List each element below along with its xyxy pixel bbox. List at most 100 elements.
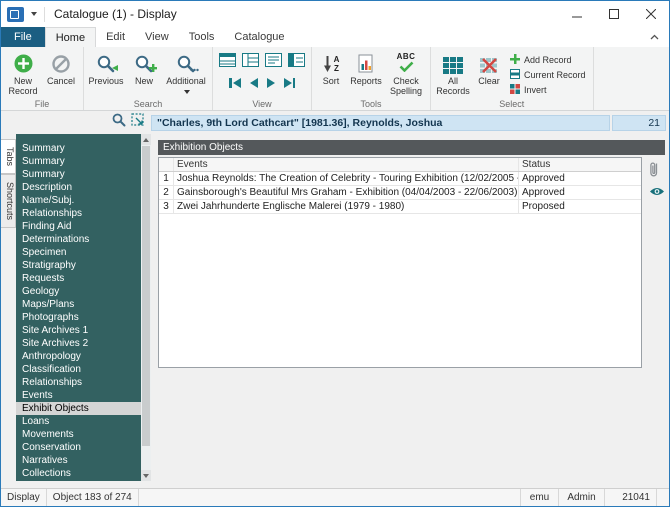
tab-list-scrollbar[interactable] bbox=[141, 134, 151, 481]
close-button[interactable] bbox=[632, 1, 669, 27]
view-page-button[interactable] bbox=[265, 53, 282, 72]
status-column-header[interactable]: Status bbox=[519, 158, 641, 171]
status-cell[interactable]: Approved bbox=[519, 172, 641, 185]
side-tab-tabs[interactable]: Tabs bbox=[1, 139, 16, 175]
tab-item-photographs[interactable]: Photographs bbox=[16, 311, 141, 324]
side-tab-shortcuts[interactable]: Shortcuts bbox=[1, 174, 16, 229]
tab-view[interactable]: View bbox=[135, 27, 179, 47]
scroll-up-icon[interactable] bbox=[141, 134, 151, 145]
view-contact-button[interactable] bbox=[242, 53, 259, 72]
cancel-button[interactable]: Cancel bbox=[42, 49, 80, 86]
cancel-label: Cancel bbox=[46, 76, 75, 86]
scroll-down-icon[interactable] bbox=[141, 470, 151, 481]
clear-select-label: Clear bbox=[478, 76, 500, 86]
new-record-button[interactable]: New Record bbox=[4, 49, 42, 96]
view-list-button[interactable] bbox=[219, 53, 236, 72]
minimize-button[interactable] bbox=[558, 1, 595, 27]
view-details-button[interactable] bbox=[288, 53, 305, 72]
tab-tools[interactable]: Tools bbox=[179, 27, 225, 47]
new-search-label: New bbox=[134, 76, 153, 86]
tab-item-summary-3[interactable]: Summary bbox=[16, 168, 141, 181]
ribbon-tab-row: File Home Edit View Tools Catalogue bbox=[1, 27, 669, 47]
current-record-select-button[interactable]: Current Record bbox=[510, 68, 586, 81]
new-record-icon bbox=[13, 51, 34, 74]
tab-item-site-archives-2[interactable]: Site Archives 2 bbox=[16, 337, 141, 350]
all-records-button[interactable]: All Records bbox=[434, 49, 472, 96]
exhibition-table[interactable]: Events Status 1 Joshua Reynolds: The Cre… bbox=[158, 157, 642, 368]
search-record-icon[interactable] bbox=[112, 113, 126, 132]
sort-button[interactable]: AZ Sort bbox=[315, 49, 347, 86]
tab-catalogue[interactable]: Catalogue bbox=[224, 27, 294, 47]
tab-item-name-subj[interactable]: Name/Subj. bbox=[16, 194, 141, 207]
reports-button[interactable]: Reports bbox=[347, 49, 385, 86]
next-record-button[interactable] bbox=[266, 78, 275, 88]
tab-item-relationships-2[interactable]: Relationships bbox=[16, 376, 141, 389]
maximize-button[interactable] bbox=[595, 1, 632, 27]
clear-select-button[interactable]: Clear bbox=[472, 49, 506, 86]
main-area: Tabs Shortcuts Summary Summary Summary D… bbox=[1, 134, 669, 488]
group-label-select: Select bbox=[499, 99, 525, 109]
events-column-header[interactable]: Events bbox=[174, 158, 519, 171]
tab-item-finding-aid[interactable]: Finding Aid bbox=[16, 220, 141, 233]
cancel-icon bbox=[51, 51, 71, 74]
last-record-button[interactable] bbox=[283, 78, 295, 88]
attachment-icon[interactable] bbox=[648, 160, 660, 183]
tab-item-collections[interactable]: Collections bbox=[16, 467, 141, 480]
status-cell[interactable]: Proposed bbox=[519, 200, 641, 213]
event-cell[interactable]: Gainsborough's Beautiful Mrs Graham - Ex… bbox=[174, 186, 519, 199]
ribbon-group-search: Previous New Additional Search bbox=[84, 47, 213, 110]
tab-item-loans[interactable]: Loans bbox=[16, 415, 141, 428]
invert-select-button[interactable]: Invert bbox=[510, 83, 586, 96]
tab-file[interactable]: File bbox=[1, 27, 45, 47]
tab-item-anthropology[interactable]: Anthropology bbox=[16, 350, 141, 363]
group-label-file: File bbox=[34, 99, 50, 109]
ribbon-filler bbox=[594, 47, 669, 110]
tab-item-summary-1[interactable]: Summary bbox=[16, 142, 141, 155]
quick-access-caret-icon[interactable] bbox=[31, 12, 37, 16]
table-row[interactable]: 1 Joshua Reynolds: The Creation of Celeb… bbox=[159, 172, 641, 186]
status-mode: Display bbox=[1, 489, 47, 506]
tab-item-geology[interactable]: Geology bbox=[16, 285, 141, 298]
table-row[interactable]: 3 Zwei Jahrhunderte Englische Malerei (1… bbox=[159, 200, 641, 214]
tab-item-relationships-1[interactable]: Relationships bbox=[16, 207, 141, 220]
sort-label: Sort bbox=[322, 76, 340, 86]
scrollbar-thumb[interactable] bbox=[142, 146, 150, 446]
tab-item-description[interactable]: Description bbox=[16, 181, 141, 194]
reports-icon bbox=[358, 51, 374, 74]
select-region-icon[interactable] bbox=[131, 113, 145, 132]
event-cell[interactable]: Zwei Jahrhunderte Englische Malerei (197… bbox=[174, 200, 519, 213]
tab-item-determinations[interactable]: Determinations bbox=[16, 233, 141, 246]
tab-edit[interactable]: Edit bbox=[96, 27, 135, 47]
tab-item-stratigraphy[interactable]: Stratigraphy bbox=[16, 259, 141, 272]
tab-item-movements[interactable]: Movements bbox=[16, 428, 141, 441]
tab-home[interactable]: Home bbox=[44, 27, 97, 47]
event-cell[interactable]: Joshua Reynolds: The Creation of Celebri… bbox=[174, 172, 519, 185]
previous-search-button[interactable]: Previous bbox=[87, 49, 125, 86]
previous-record-button[interactable] bbox=[249, 78, 258, 88]
record-title-bar: "Charles, 9th Lord Cathcart" [1981.36], … bbox=[151, 114, 610, 131]
tab-item-narratives[interactable]: Narratives bbox=[16, 454, 141, 467]
tab-item-classification[interactable]: Classification bbox=[16, 363, 141, 376]
tab-item-exhibit-objects[interactable]: Exhibit Objects bbox=[16, 402, 141, 415]
additional-search-button[interactable]: Additional bbox=[163, 49, 209, 96]
tab-item-events[interactable]: Events bbox=[16, 389, 141, 402]
view-attachment-eye-icon[interactable] bbox=[649, 184, 665, 202]
status-cell[interactable]: Approved bbox=[519, 186, 641, 199]
sort-icon: AZ bbox=[323, 51, 339, 74]
tab-item-specimen[interactable]: Specimen bbox=[16, 246, 141, 259]
first-record-button[interactable] bbox=[229, 78, 241, 88]
table-row[interactable]: 2 Gainsborough's Beautiful Mrs Graham - … bbox=[159, 186, 641, 200]
tab-item-conservation[interactable]: Conservation bbox=[16, 441, 141, 454]
app-icon[interactable] bbox=[7, 6, 24, 22]
tab-item-maps-plans[interactable]: Maps/Plans bbox=[16, 298, 141, 311]
tab-item-summary-2[interactable]: Summary bbox=[16, 155, 141, 168]
collapse-ribbon-icon[interactable] bbox=[650, 27, 659, 47]
tab-item-requests[interactable]: Requests bbox=[16, 272, 141, 285]
previous-search-label: Previous bbox=[88, 76, 124, 86]
add-record-select-button[interactable]: Add Record bbox=[510, 53, 586, 66]
new-record-label: New Record bbox=[8, 76, 38, 97]
check-spelling-button[interactable]: ABC Check Spelling bbox=[385, 49, 427, 97]
tab-item-site-archives-1[interactable]: Site Archives 1 bbox=[16, 324, 141, 337]
new-search-button[interactable]: New bbox=[125, 49, 163, 86]
all-records-label: All Records bbox=[436, 76, 470, 97]
